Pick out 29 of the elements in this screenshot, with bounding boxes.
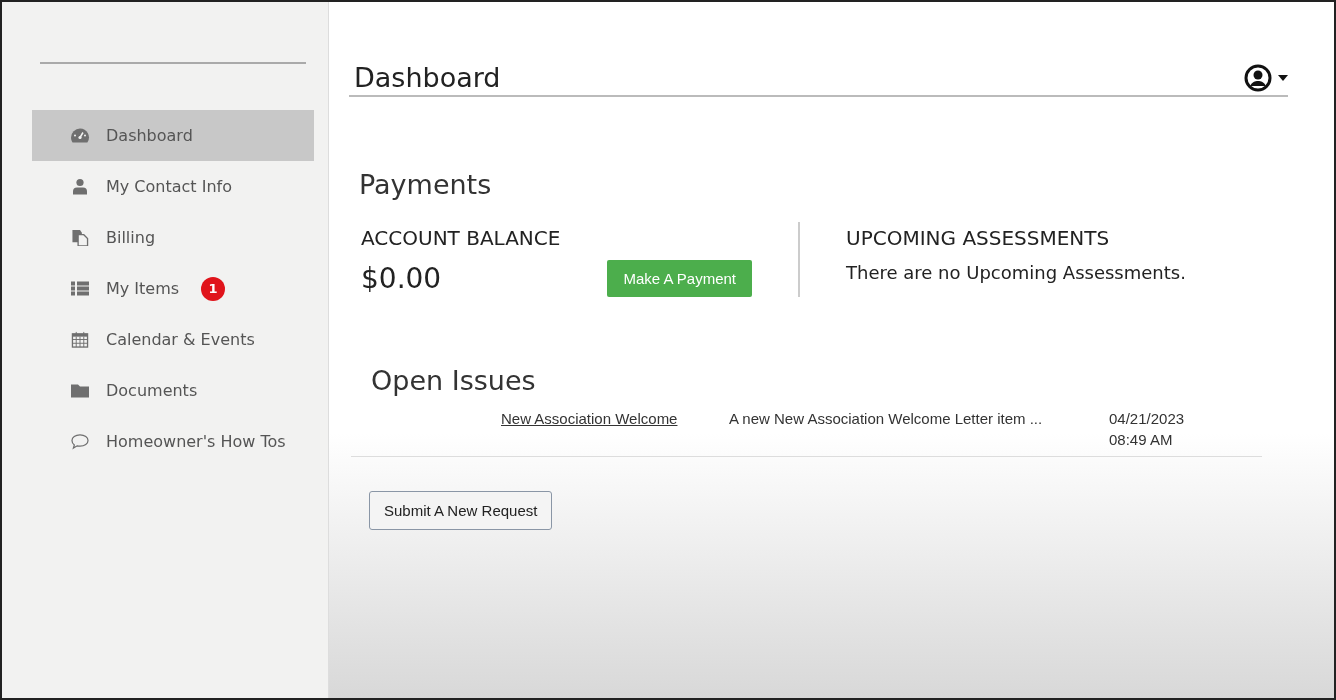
count-badge: 1 — [201, 276, 226, 301]
section-heading: Open Issues — [371, 365, 537, 396]
speech-bubble-icon — [70, 433, 90, 450]
issue-link[interactable]: New Association Welcome — [501, 410, 729, 448]
gauge-icon — [70, 127, 90, 144]
upcoming-text: There are no Upcoming Assessments. — [846, 262, 1186, 283]
sidebar-item[interactable]: My Contact Info — [32, 161, 314, 212]
documents-icon — [70, 229, 90, 246]
upcoming-label: UPCOMING ASSESSMENTS — [846, 226, 1110, 250]
page-title: Dashboard — [354, 62, 501, 93]
caret-icon[interactable] — [1278, 74, 1288, 81]
sidebar-item[interactable]: Documents — [32, 365, 314, 416]
submit-request-button[interactable]: Submit A New Request — [369, 491, 553, 530]
sidebar-item[interactable]: Homeowner's How Tos — [32, 416, 314, 467]
calendar-icon — [70, 331, 90, 348]
sidebar-item[interactable]: My Items 1 — [32, 263, 314, 314]
section-heading: Payments — [359, 169, 493, 200]
list-icon — [70, 280, 90, 297]
balance-label: ACCOUNT BALANCE — [361, 226, 561, 250]
user-avatar-icon[interactable] — [1244, 63, 1272, 92]
folder-icon — [70, 382, 90, 399]
issue-time: 08:49 AM — [1109, 431, 1174, 448]
issue-summary: A new New Association Welcome Letter item ... — [729, 410, 1044, 429]
balance-amount: $0.00 — [361, 262, 442, 295]
sidebar-item[interactable]: Calendar & Events — [32, 314, 314, 365]
sidebar-item[interactable]: Billing — [32, 212, 314, 263]
sidebar-item[interactable]: Dashboard — [32, 110, 314, 161]
user-icon — [70, 178, 90, 195]
issue-date: 04/21/2023 — [1109, 410, 1185, 427]
